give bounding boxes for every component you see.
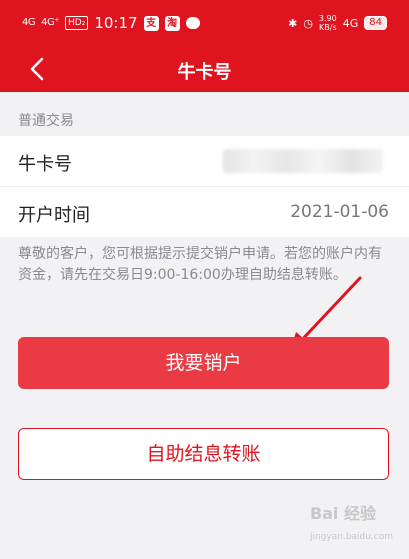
status-left: 4G 4G⁺ HD₂ 10:17 支 淘 (22, 14, 200, 32)
account-info-card: 牛卡号 开户时间 2021-01-06 (0, 136, 409, 237)
open-date-label: 开户时间 (18, 205, 90, 226)
network-speed: 3.90 KB/s (319, 14, 337, 32)
section-header: 普通交易 (18, 113, 74, 129)
nav-bar: 牛卡号 (0, 46, 409, 92)
status-bar: 4G 4G⁺ HD₂ 10:17 支 淘 ✱ ◷ 3.90 KB/s 4G 84 (0, 0, 409, 46)
watermark-brand: Bai 经验 (309, 504, 376, 523)
status-right: ✱ ◷ 3.90 KB/s 4G 84 (288, 14, 387, 32)
speed-value: 3.90 (318, 14, 337, 23)
baidu-jingyan-watermark: Bai 经验 jingyan.baidu.com (310, 500, 393, 543)
alarm-icon: ◷ (303, 16, 313, 30)
network-type: 4G (342, 16, 359, 30)
chat-bubble-icon (185, 17, 200, 29)
open-date-row: 开户时间 2021-01-06 (0, 187, 409, 237)
card-number-label: 牛卡号 (18, 154, 72, 175)
hd-voice-icon: HD₂ (65, 16, 89, 30)
taobao-icon: 淘 (164, 15, 180, 31)
speed-unit: KB/s (319, 23, 337, 32)
card-number-row: 牛卡号 (0, 136, 409, 186)
self-service-transfer-button[interactable]: 自助结息转账 (18, 428, 389, 480)
watermark-url: jingyan.baidu.com (309, 532, 393, 542)
bluetooth-icon: ✱ (288, 16, 298, 30)
clock: 10:17 (94, 14, 138, 32)
signal-4g-plus-label: 4G⁺ (41, 17, 60, 28)
alipay-icon: 支 (143, 15, 159, 31)
open-date-value: 2021-01-06 (290, 202, 389, 222)
battery-icon: 84 (364, 16, 387, 30)
signal-4g-label: 4G (22, 17, 36, 28)
close-account-button[interactable]: 我要销户 (18, 337, 389, 389)
card-number-masked-value (223, 149, 383, 173)
page-title: 牛卡号 (177, 62, 232, 83)
